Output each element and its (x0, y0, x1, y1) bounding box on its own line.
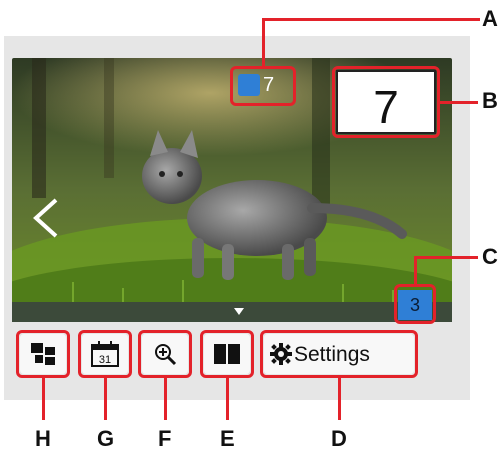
callout-label-f: F (158, 426, 172, 451)
callout-label-d: D (331, 426, 347, 451)
callout-outline-c (394, 284, 436, 324)
callout-line-c-h (414, 256, 478, 259)
chevron-left-icon[interactable] (30, 196, 60, 240)
callout-label-b: B (482, 88, 498, 113)
callout-line-c (414, 256, 417, 284)
callout-label-g: G (97, 426, 115, 451)
callout-label-a: A (482, 6, 498, 31)
callout-label-h: H (35, 426, 51, 451)
callout-line-a (262, 18, 265, 66)
callout-line-h (42, 378, 45, 420)
callout-line-d (338, 378, 341, 420)
callout-label-e: E (220, 426, 235, 451)
callout-outline-h (16, 330, 70, 378)
callout-line-b (440, 101, 478, 104)
callout-label-c: C (482, 244, 498, 269)
callout-outline-b (332, 66, 440, 138)
callout-outline-f (138, 330, 192, 378)
callout-line-f (164, 378, 167, 420)
figure: 7 A 7 B 3 C 31 Settings H G F E D (0, 0, 504, 462)
callout-outline-g (78, 330, 132, 378)
callout-outline-d (260, 330, 418, 378)
scroll-strip[interactable] (12, 302, 452, 322)
callout-line-a-h (262, 18, 480, 21)
callout-line-g (104, 378, 107, 420)
callout-outline-a (230, 66, 296, 106)
callout-line-e (226, 378, 229, 420)
triangle-down-icon (234, 308, 244, 315)
callout-outline-e (200, 330, 254, 378)
